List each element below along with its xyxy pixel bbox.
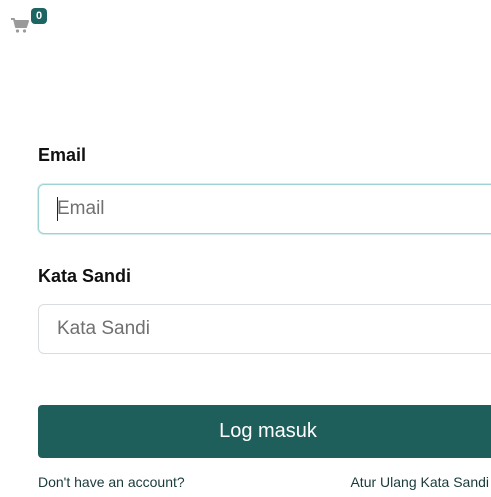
cart-widget[interactable]: 0 bbox=[10, 8, 48, 35]
reset-password-link[interactable]: Atur Ulang Kata Sandi bbox=[350, 474, 489, 490]
email-input[interactable] bbox=[38, 184, 491, 234]
shopping-cart-icon[interactable] bbox=[10, 15, 30, 35]
email-label: Email bbox=[38, 145, 87, 165]
signup-link[interactable]: Don't have an account? bbox=[38, 474, 185, 490]
login-button[interactable]: Log masuk bbox=[38, 405, 491, 458]
cart-count-badge: 0 bbox=[31, 8, 48, 24]
password-label: Kata Sandi bbox=[38, 266, 132, 286]
text-caret bbox=[57, 197, 58, 221]
login-page: 0 Email Kata Sandi Log masuk Don't have … bbox=[0, 0, 491, 497]
password-input[interactable] bbox=[38, 304, 491, 354]
